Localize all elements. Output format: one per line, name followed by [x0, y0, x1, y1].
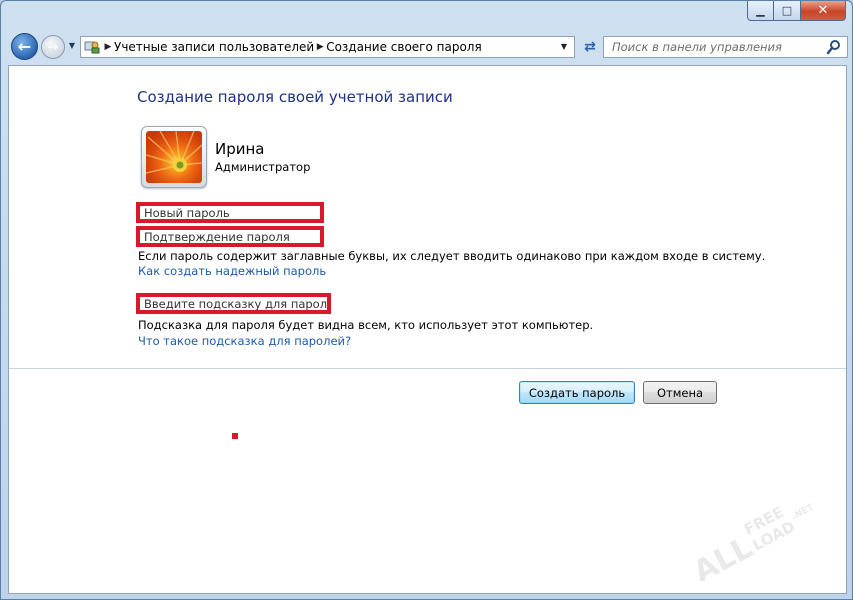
breadcrumb-user-accounts[interactable]: Учетные записи пользователей — [114, 40, 314, 54]
divider — [9, 368, 846, 369]
confirm-password-field[interactable] — [136, 226, 324, 247]
search-input[interactable] — [612, 40, 822, 54]
back-button[interactable]: ← — [11, 33, 38, 60]
cancel-button[interactable]: Отмена — [643, 381, 717, 404]
page-title: Создание пароля своей учетной записи — [137, 88, 453, 106]
caps-note: Если пароль содержит заглавные буквы, их… — [138, 249, 766, 263]
flower-picture — [146, 131, 202, 183]
strong-password-link[interactable]: Как создать надежный пароль — [138, 264, 326, 278]
recent-pages-dropdown[interactable]: ▼ — [67, 41, 77, 51]
minimize-button[interactable]: ▁ — [747, 1, 774, 21]
password-hint-link[interactable]: Что такое подсказка для паролей? — [138, 334, 351, 348]
back-arrow-icon: ← — [17, 37, 32, 56]
create-password-button[interactable]: Создать пароль — [519, 381, 635, 404]
content-pane: Создание пароля своей учетной записи Ири… — [8, 65, 847, 594]
search-box[interactable] — [603, 36, 848, 58]
maximize-button[interactable]: □ — [774, 1, 801, 21]
hint-note: Подсказка для пароля будет видна всем, к… — [138, 318, 594, 332]
control-panel-icon — [84, 39, 102, 55]
watermark-suffix: .NET — [790, 502, 816, 522]
search-icon[interactable] — [826, 39, 842, 55]
password-hint-input[interactable] — [140, 297, 327, 310]
user-role: Администратор — [215, 160, 311, 174]
forward-arrow-icon: → — [47, 39, 59, 55]
forward-button[interactable]: → — [41, 35, 65, 59]
user-name: Ирина — [215, 140, 265, 158]
confirm-password-input[interactable] — [140, 230, 320, 243]
navigation-bar: ← → ▼ ▶ Учетные записи пользователей ▶ С… — [7, 31, 848, 63]
new-password-field[interactable] — [136, 202, 324, 223]
close-button[interactable]: ✕ — [801, 1, 846, 21]
breadcrumb-create-password[interactable]: Создание своего пароля — [326, 40, 482, 54]
avatar — [141, 126, 207, 188]
new-password-input[interactable] — [140, 206, 320, 219]
red-marker — [232, 433, 238, 439]
watermark-logo: ALL FREE LOAD .NET — [676, 481, 826, 590]
address-dropdown[interactable]: ▼ — [558, 41, 570, 53]
refresh-button[interactable]: ⇄ — [579, 37, 601, 57]
password-hint-field[interactable] — [136, 293, 331, 314]
explorer-window: ▁ □ ✕ ← → ▼ ▶ Учетные записи пользовател… — [0, 0, 853, 600]
breadcrumb-separator[interactable]: ▶ — [314, 42, 326, 52]
breadcrumb-separator[interactable]: ▶ — [102, 42, 114, 52]
refresh-icon: ⇄ — [584, 39, 596, 55]
caption-buttons: ▁ □ ✕ — [747, 1, 846, 21]
address-bar[interactable]: ▶ Учетные записи пользователей ▶ Создани… — [80, 36, 575, 58]
